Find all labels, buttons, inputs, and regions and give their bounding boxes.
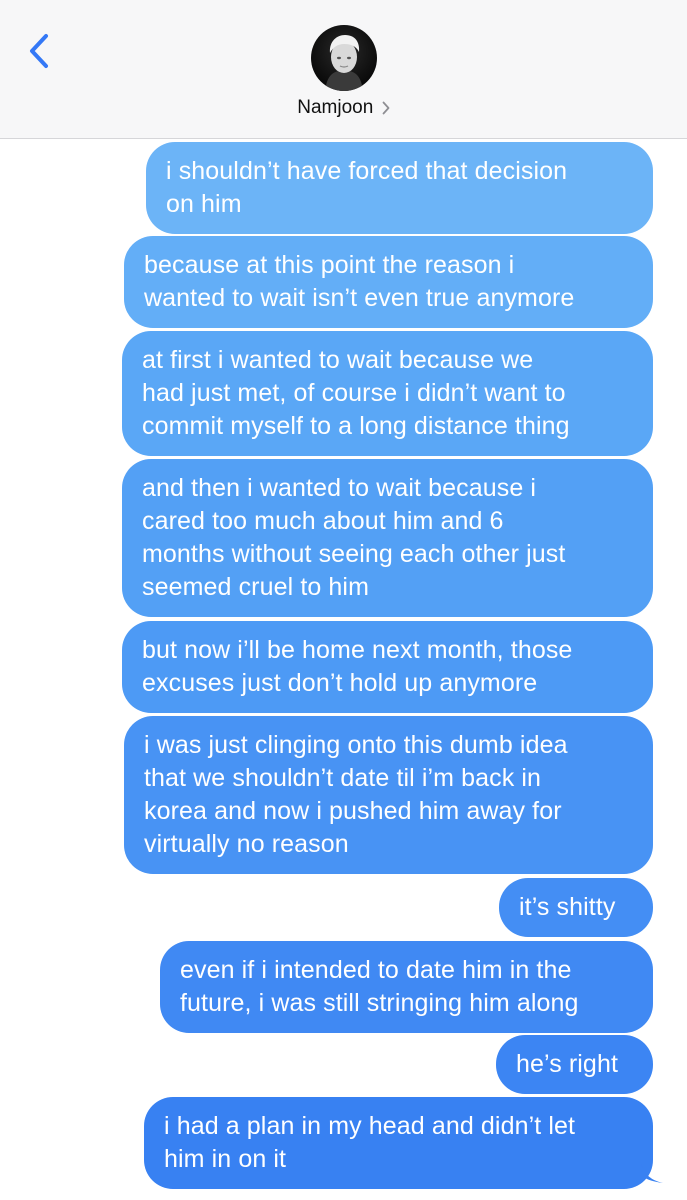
message-line: months without seeing each other just xyxy=(142,540,566,568)
message-line: virtually no reason xyxy=(144,830,349,858)
message-line: and then i wanted to wait because i xyxy=(142,474,537,502)
sent-message-bubble[interactable]: i was just clinging onto this dumb idea … xyxy=(124,716,653,874)
sent-message-bubble[interactable]: and then i wanted to wait because i care… xyxy=(122,459,653,617)
chevron-right-icon xyxy=(382,101,390,115)
message-line: even if i intended to date him in the xyxy=(180,956,572,984)
message-line: commit myself to a long distance thing xyxy=(142,412,570,440)
sent-message-bubble[interactable]: he’s right xyxy=(496,1035,653,1094)
sent-message-bubble[interactable]: but now i’ll be home next month, those e… xyxy=(122,621,653,713)
message-line: on him xyxy=(166,190,242,218)
contact-details-link[interactable]: Namjoon xyxy=(0,97,687,119)
sent-message-bubble[interactable]: at first i wanted to wait because we had… xyxy=(122,331,653,456)
conversation-header: Namjoon xyxy=(0,0,687,139)
message-thread[interactable]: i shouldn’t have forced that decision on… xyxy=(0,139,687,1200)
message-line: him in on it xyxy=(164,1145,287,1173)
contact-avatar[interactable] xyxy=(311,25,377,91)
sent-message-bubble[interactable]: i had a plan in my head and didn’t let h… xyxy=(144,1097,653,1189)
message-line: because at this point the reason i xyxy=(144,251,515,279)
message-line: excuses just don’t hold up anymore xyxy=(142,669,538,697)
message-line: that we shouldn’t date til i’m back in xyxy=(144,764,542,792)
message-line: i had a plan in my head and didn’t let xyxy=(164,1112,576,1140)
message-line: i was just clinging onto this dumb idea xyxy=(144,731,568,759)
message-line: i shouldn’t have forced that decision xyxy=(166,157,568,185)
message-line: korea and now i pushed him away for xyxy=(144,797,562,825)
sent-message-bubble[interactable]: even if i intended to date him in the fu… xyxy=(160,941,653,1033)
message-line: seemed cruel to him xyxy=(142,573,369,601)
avatar-photo xyxy=(311,25,377,91)
message-line: he’s right xyxy=(516,1050,618,1078)
message-line: future, i was still stringing him along xyxy=(180,989,579,1017)
contact-name: Namjoon xyxy=(297,97,374,118)
message-line: at first i wanted to wait because we xyxy=(142,346,534,374)
sent-message-bubble[interactable]: because at this point the reason i wante… xyxy=(124,236,653,328)
message-line: had just met, of course i didn’t want to xyxy=(142,379,566,407)
message-line: cared too much about him and 6 xyxy=(142,507,504,535)
message-line: it’s shitty xyxy=(519,893,616,921)
sent-message-bubble[interactable]: it’s shitty xyxy=(499,878,653,937)
bubble-tail xyxy=(641,1162,663,1183)
message-line: but now i’ll be home next month, those xyxy=(142,636,573,664)
chevron-left-icon xyxy=(30,34,48,68)
message-line: wanted to wait isn’t even true anymore xyxy=(144,284,575,312)
back-button[interactable] xyxy=(26,32,56,72)
sent-message-bubble[interactable]: i shouldn’t have forced that decision on… xyxy=(146,142,653,234)
